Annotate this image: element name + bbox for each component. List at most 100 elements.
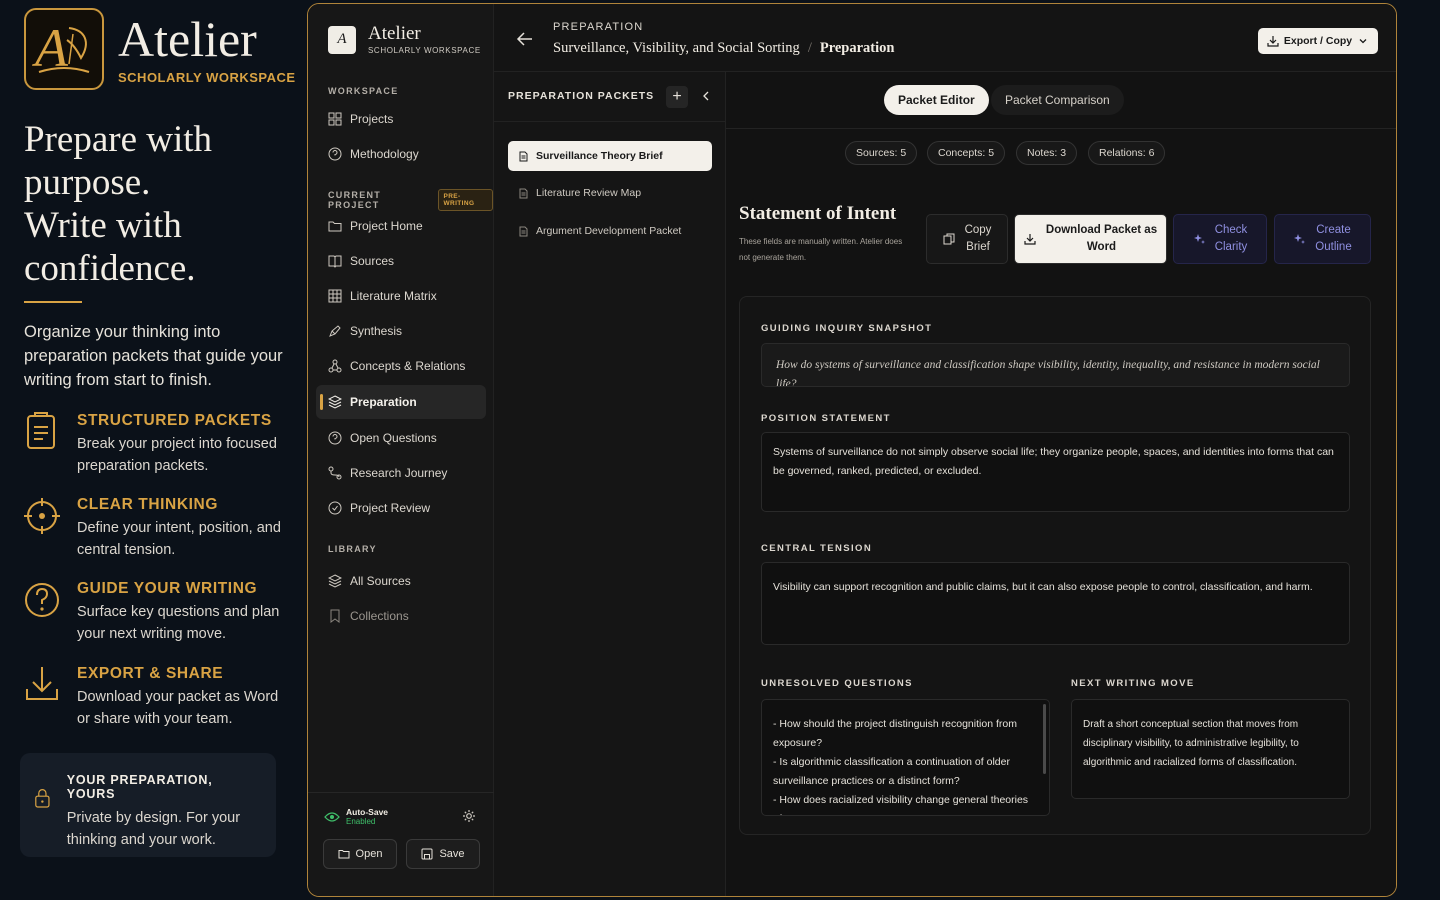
sidebar-item-concepts-relations[interactable]: Concepts & Relations xyxy=(316,349,486,383)
network-icon xyxy=(328,359,342,373)
sidebar-item-label: Open Questions xyxy=(350,431,437,445)
sidebar-item-project-review[interactable]: Project Review xyxy=(316,491,486,525)
sidebar-item-label: Project Review xyxy=(350,501,431,515)
open-button[interactable]: Open xyxy=(323,839,397,869)
sidebar-item-methodology[interactable]: Methodology xyxy=(316,137,486,171)
feature-desc: Surface key questions and plan your next… xyxy=(77,604,280,642)
question-line: - How should the project distinguish rec… xyxy=(773,718,1017,749)
app-name: Atelier xyxy=(368,23,421,44)
copy-icon xyxy=(943,233,955,245)
folder-icon xyxy=(328,221,342,232)
folder-icon xyxy=(338,850,350,859)
download-icon xyxy=(1024,234,1036,245)
help-circle-icon xyxy=(328,147,342,161)
sidebar-item-open-questions[interactable]: Open Questions xyxy=(316,421,486,455)
action-label: Check xyxy=(1214,224,1248,236)
headline-line: Write with xyxy=(24,205,182,246)
action-label: Copy xyxy=(964,224,992,236)
brand: A Atelier SCHOLARLY WORKSPACE xyxy=(24,8,296,90)
sidebar-item-research-journey[interactable]: Research Journey xyxy=(316,456,486,490)
sidebar: A Atelier SCHOLARLY WORKSPACE WORKSPACE … xyxy=(308,4,494,896)
section-eyebrow: PREPARATION xyxy=(553,21,644,33)
app-brand[interactable]: A Atelier SCHOLARLY WORKSPACE xyxy=(328,24,481,55)
save-icon xyxy=(421,848,433,860)
sidebar-item-project-home[interactable]: Project Home xyxy=(316,209,486,243)
sidebar-item-label: All Sources xyxy=(350,574,411,588)
sidebar-item-synthesis[interactable]: Synthesis xyxy=(316,314,486,348)
tab-packet-editor[interactable]: Packet Editor xyxy=(884,85,989,115)
export-copy-button[interactable]: Export / Copy xyxy=(1258,28,1378,54)
sidebar-item-label: Research Journey xyxy=(350,466,448,480)
sparkle-icon xyxy=(1294,234,1306,244)
packet-editor: Packet Editor Packet Comparison Sources:… xyxy=(726,72,1396,896)
breadcrumb-current: Preparation xyxy=(819,40,895,56)
central-tension-field[interactable]: Visibility can support recognition and p… xyxy=(761,562,1350,645)
scrollbar[interactable] xyxy=(1043,704,1046,774)
headline-line: confidence. xyxy=(24,248,196,289)
breadcrumb-separator: / xyxy=(807,40,812,56)
guiding-inquiry-field[interactable]: How do systems of surveillance and class… xyxy=(761,343,1350,387)
feature-desc: Download your packet as Word or share wi… xyxy=(77,689,279,727)
packet-item[interactable]: Argument Development Packet xyxy=(508,216,712,246)
file-icon xyxy=(519,188,528,198)
sidebar-item-label: Project Home xyxy=(350,219,423,233)
action-label: Word xyxy=(1086,241,1117,253)
sidebar-item-collections[interactable]: Collections xyxy=(316,599,486,633)
sparkle-icon xyxy=(1193,234,1205,244)
autosave-state: Enabled xyxy=(346,817,376,826)
promo-panel: A Atelier SCHOLARLY WORKSPACE Prepare wi… xyxy=(0,0,300,900)
top-header: PREPARATION Surveillance, Visibility, an… xyxy=(494,4,1396,72)
headline: Prepare with purpose. Write with confide… xyxy=(24,118,294,290)
copy-brief-button[interactable]: Copy Brief xyxy=(926,214,1008,264)
statement-card: GUIDING INQUIRY SNAPSHOT How do systems … xyxy=(739,296,1371,835)
sidebar-item-all-sources[interactable]: All Sources xyxy=(316,564,486,598)
stat-concepts: Concepts: 5 xyxy=(927,141,1006,165)
add-packet-button[interactable]: + xyxy=(666,86,688,108)
sidebar-item-label: Methodology xyxy=(350,147,419,161)
unresolved-questions-field[interactable]: - How should the project distinguish rec… xyxy=(761,699,1050,816)
save-label: Save xyxy=(439,848,465,860)
lock-icon xyxy=(35,789,50,808)
tab-packet-comparison[interactable]: Packet Comparison xyxy=(991,85,1124,115)
autosave-status[interactable]: Auto-Save Enabled xyxy=(324,807,388,826)
app-window: A Atelier SCHOLARLY WORKSPACE WORKSPACE … xyxy=(307,3,1397,897)
section-workspace: WORKSPACE xyxy=(328,86,399,96)
field-label: CENTRAL TENSION xyxy=(761,543,873,554)
packet-item[interactable]: Surveillance Theory Brief xyxy=(508,141,712,171)
privacy-desc: Private by design. For your thinking and… xyxy=(66,810,241,848)
sidebar-item-sources[interactable]: Sources xyxy=(316,244,486,278)
bookmark-icon xyxy=(330,609,340,623)
eye-icon xyxy=(324,811,340,822)
check-clarity-button[interactable]: Check Clarity xyxy=(1173,214,1267,264)
document-icon xyxy=(27,412,55,449)
packet-label: Surveillance Theory Brief xyxy=(536,150,663,162)
breadcrumb-project[interactable]: Surveillance, Visibility, and Social Sor… xyxy=(553,40,800,57)
sidebar-item-literature-matrix[interactable]: Literature Matrix xyxy=(316,279,486,313)
file-icon xyxy=(519,226,528,236)
download-word-button[interactable]: Download Packet as Word xyxy=(1014,214,1167,264)
packets-panel: PREPARATION PACKETS + Surveillance Theor… xyxy=(494,72,726,896)
sidebar-item-label: Literature Matrix xyxy=(350,289,437,303)
sidebar-item-label: Concepts & Relations xyxy=(350,359,466,373)
save-button[interactable]: Save xyxy=(406,839,480,869)
feature-structured-packets: STRUCTURED PACKETS Break your project in… xyxy=(24,412,294,477)
position-statement-field[interactable]: Systems of surveillance do not simply ob… xyxy=(761,432,1350,512)
gear-icon[interactable] xyxy=(462,809,476,823)
divider xyxy=(494,121,725,122)
headline-line: purpose. xyxy=(24,162,151,203)
privacy-box: YOUR PREPARATION, YOURS Private by desig… xyxy=(20,753,276,857)
feature-title: EXPORT & SHARE xyxy=(77,665,224,682)
chevron-left-icon[interactable] xyxy=(699,89,713,103)
next-writing-move-field[interactable]: Draft a short conceptual section that mo… xyxy=(1071,699,1350,799)
sidebar-item-preparation[interactable]: Preparation xyxy=(316,385,486,419)
back-arrow-icon[interactable] xyxy=(516,30,534,48)
breadcrumb: Surveillance, Visibility, and Social Sor… xyxy=(553,40,894,57)
field-label: POSITION STATEMENT xyxy=(761,413,891,424)
section-current-project: CURRENT PROJECT PRE-WRITING xyxy=(328,189,493,211)
action-label: Create xyxy=(1316,224,1351,236)
packets-title: PREPARATION PACKETS xyxy=(508,90,655,102)
intro-text: Organize your thinking into preparation … xyxy=(24,323,283,389)
sidebar-item-projects[interactable]: Projects xyxy=(316,102,486,136)
create-outline-button[interactable]: Create Outline xyxy=(1274,214,1371,264)
packet-item[interactable]: Literature Review Map xyxy=(508,178,712,208)
